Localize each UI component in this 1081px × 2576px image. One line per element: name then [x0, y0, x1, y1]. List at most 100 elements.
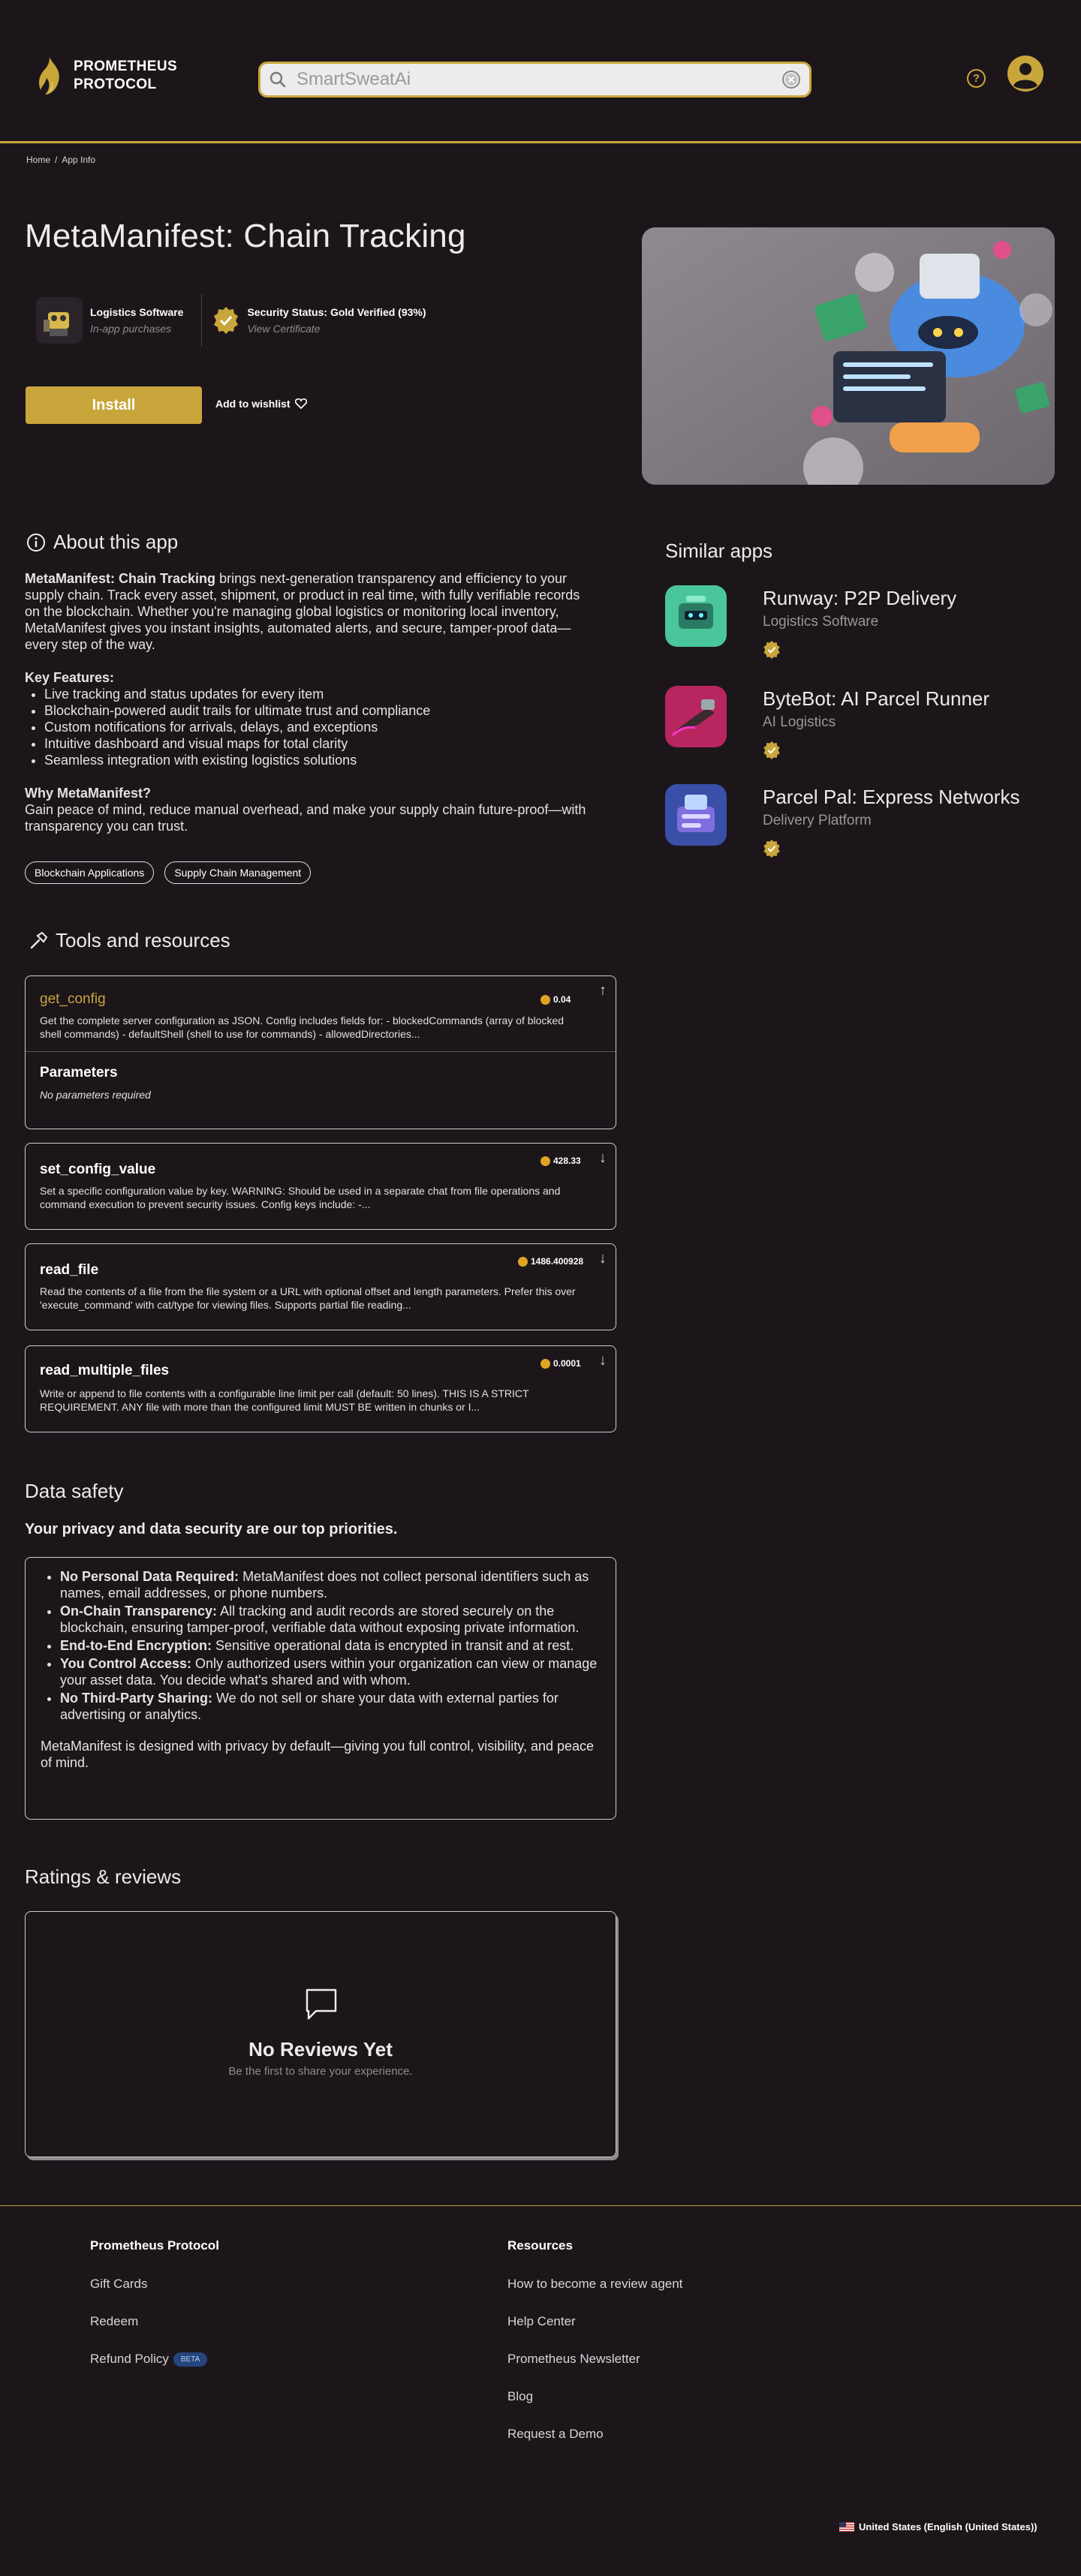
data-safety-list: No Personal Data Required: MetaManifest … — [60, 1568, 601, 1723]
tool-description: Read the contents of a file from the fil… — [40, 1285, 576, 1311]
data-safety-box: No Personal Data Required: MetaManifest … — [25, 1557, 616, 1820]
tag-chip[interactable]: Supply Chain Management — [164, 861, 312, 884]
safety-item: End-to-End Encryption: Sensitive operati… — [60, 1637, 601, 1654]
footer-link-redeem[interactable]: Redeem — [90, 2314, 138, 2329]
key-features-heading: Key Features: — [25, 670, 115, 685]
help-button[interactable]: ? — [967, 69, 986, 88]
header: PROMETHEUS PROTOCOL ? — [0, 0, 1081, 143]
tool-card-expanded[interactable]: get_config 0.04 ↑ Get the complete serve… — [25, 975, 616, 1129]
safety-item: On-Chain Transparency: All tracking and … — [60, 1603, 601, 1636]
app-meta-row: Logistics Software In-app purchases Secu… — [36, 294, 426, 347]
footer-col1-heading: Prometheus Protocol — [90, 2238, 219, 2253]
footer-link-newsletter[interactable]: Prometheus Newsletter — [507, 2352, 640, 2367]
us-flag-icon — [839, 2522, 854, 2532]
refund-policy-label: Refund Policy — [90, 2352, 169, 2366]
tool-description: Get the complete server configuration as… — [40, 1014, 564, 1040]
delivery-robot-icon — [665, 585, 727, 647]
tool-description: Set a specific configuration value by ke… — [40, 1185, 561, 1210]
robot-thumbnail-icon — [36, 297, 83, 344]
about-intro-bold: MetaManifest: Chain Tracking — [25, 571, 216, 586]
app-category: Logistics Software — [90, 306, 184, 318]
similar-app-icon — [665, 784, 727, 846]
data-safety-subheading: Your privacy and data security are our t… — [25, 1521, 398, 1537]
no-reviews-title: No Reviews Yet — [248, 2038, 393, 2060]
user-avatar[interactable] — [1007, 56, 1043, 92]
why-heading: Why MetaManifest? — [25, 786, 152, 801]
safety-closing: MetaManifest is designed with privacy by… — [41, 1739, 595, 1770]
heart-icon — [294, 398, 307, 409]
parcel-runner-icon — [665, 686, 727, 747]
similar-app-item[interactable]: Runway: P2P Delivery Logistics Software — [665, 585, 1055, 659]
locale-selector[interactable]: United States (English (United States)) — [839, 2521, 1037, 2532]
view-certificate-link[interactable]: View Certificate — [247, 323, 320, 335]
verified-badge-icon — [763, 741, 780, 759]
hammer-icon — [30, 931, 48, 948]
app-purchases: In-app purchases — [90, 323, 172, 335]
tool-params-divider — [26, 1051, 616, 1052]
coin-icon — [540, 994, 550, 1005]
similar-app-category: AI Logistics — [763, 714, 836, 730]
info-icon — [27, 533, 45, 552]
safety-item-text: Sensitive operational data is encrypted … — [211, 1638, 574, 1653]
locale-label: United States (English (United States)) — [859, 2521, 1037, 2532]
app-title: MetaManifest: Chain Tracking — [25, 218, 466, 254]
brand-line-1: PROMETHEUS — [74, 59, 178, 74]
tool-card[interactable]: 1486.400928 ↓ read_file Read the content… — [25, 1243, 616, 1330]
brand-logo[interactable]: PROMETHEUS PROTOCOL — [36, 56, 177, 96]
tag-chip[interactable]: Blockchain Applications — [25, 861, 155, 884]
tool-price: 428.33 — [540, 1156, 581, 1166]
footer-link-blog[interactable]: Blog — [507, 2389, 533, 2404]
tool-price: 0.0001 — [540, 1358, 581, 1369]
tool-card[interactable]: 0.0001 ↓ read_multiple_files Write or ap… — [25, 1345, 616, 1432]
footer-divider — [0, 2205, 1081, 2206]
similar-app-item[interactable]: Parcel Pal: Express Networks Delivery Pl… — [665, 784, 1055, 858]
reviews-heading: Ratings & reviews — [25, 1865, 182, 1888]
footer-link-refund-policy[interactable]: Refund Policy BETA — [90, 2352, 208, 2367]
expand-arrow-icon[interactable]: ↓ — [599, 1250, 607, 1267]
similar-app-name: Parcel Pal: Express Networks — [763, 786, 1020, 808]
footer-col2-heading: Resources — [507, 2238, 573, 2253]
safety-item: You Control Access: Only authorized user… — [60, 1655, 601, 1688]
meta-divider — [201, 294, 203, 347]
gold-verified-badge-icon — [214, 307, 239, 334]
safety-item-title: On-Chain Transparency: — [60, 1604, 218, 1619]
about-heading-row: About this app — [26, 531, 178, 554]
data-safety-heading: Data safety — [25, 1480, 124, 1502]
no-reviews-subtitle: Be the first to share your experience. — [228, 2065, 413, 2078]
safety-item-title: No Third-Party Sharing: — [60, 1691, 213, 1706]
tool-price: 0.04 — [540, 994, 571, 1005]
why-text: Gain peace of mind, reduce manual overhe… — [25, 802, 586, 834]
tool-name: read_file — [40, 1262, 99, 1278]
reviews-empty-state: No Reviews Yet Be the first to share you… — [25, 1911, 616, 2157]
install-button[interactable]: Install — [26, 386, 202, 424]
about-intro: MetaManifest: Chain Tracking brings next… — [25, 570, 588, 653]
footer-link-help-center[interactable]: Help Center — [507, 2314, 576, 2329]
footer-link-gift-cards[interactable]: Gift Cards — [90, 2277, 148, 2292]
safety-item: No Personal Data Required: MetaManifest … — [60, 1568, 601, 1601]
breadcrumb-current: App Info — [62, 155, 96, 165]
tool-price-value: 428.33 — [553, 1156, 581, 1166]
search-input[interactable] — [297, 69, 782, 90]
add-to-wishlist-button[interactable]: Add to wishlist — [215, 398, 307, 410]
feature-item: Seamless integration with existing logis… — [44, 752, 588, 768]
tool-price-value: 1486.400928 — [531, 1256, 584, 1267]
similar-app-item[interactable]: ByteBot: AI Parcel Runner AI Logistics — [665, 686, 1055, 759]
footer-link-request-demo[interactable]: Request a Demo — [507, 2427, 604, 2442]
breadcrumb-home[interactable]: Home — [26, 155, 50, 165]
security-status: Security Status: Gold Verified (93%) — [247, 306, 426, 318]
similar-app-icon — [665, 585, 727, 647]
footer-link-review-agent[interactable]: How to become a review agent — [507, 2277, 682, 2292]
tag-list: Blockchain Applications Supply Chain Man… — [25, 861, 312, 884]
safety-item-title: You Control Access: — [60, 1656, 192, 1671]
expand-arrow-icon[interactable]: ↓ — [599, 1352, 607, 1369]
robot-hero-illustration — [642, 227, 1055, 485]
wishlist-label: Add to wishlist — [215, 398, 291, 410]
feature-item: Live tracking and status updates for eve… — [44, 686, 588, 702]
tool-card[interactable]: 428.33 ↓ set_config_value Set a specific… — [25, 1143, 616, 1230]
clear-search-icon[interactable] — [782, 71, 800, 89]
expand-arrow-icon[interactable]: ↓ — [599, 1150, 607, 1167]
collapse-arrow-icon[interactable]: ↑ — [599, 982, 607, 999]
brand-line-2: PROTOCOL — [74, 77, 157, 92]
search-bar — [258, 62, 812, 98]
tool-price-value: 0.0001 — [553, 1358, 581, 1369]
